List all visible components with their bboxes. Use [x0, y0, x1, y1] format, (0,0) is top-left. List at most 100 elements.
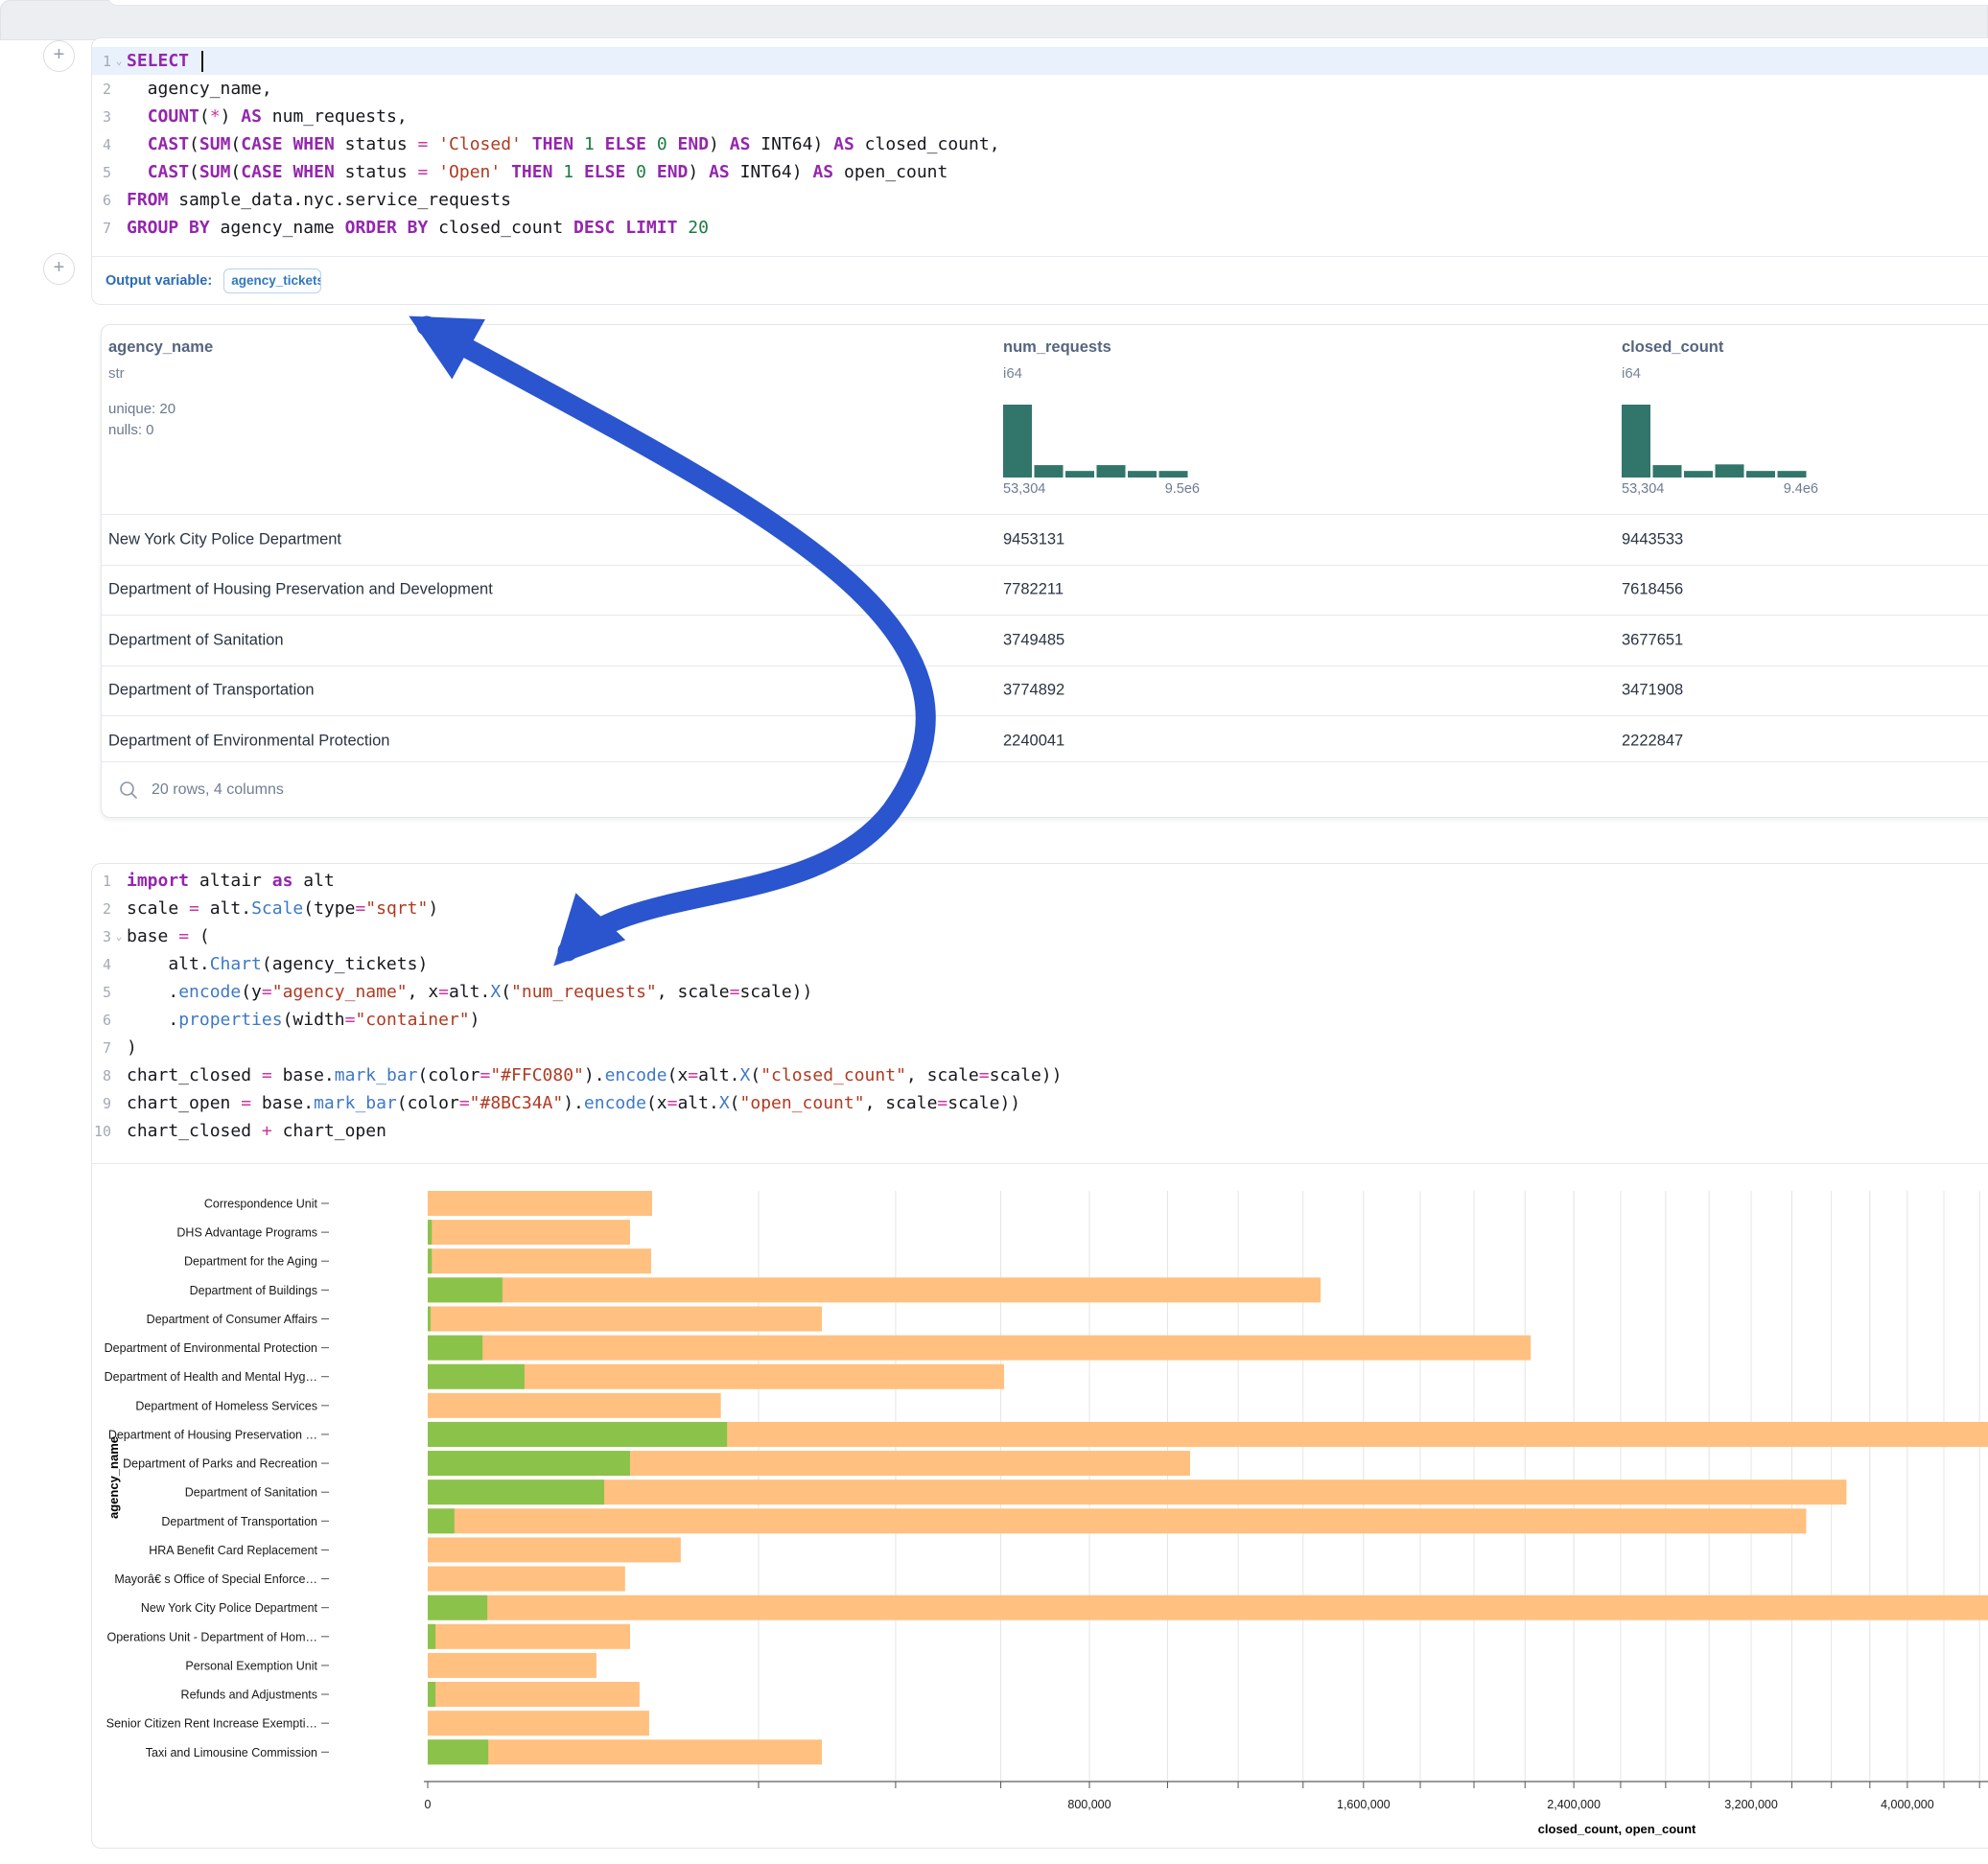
code-line[interactable]: 2scale = alt.Scale(type="sqrt") [92, 895, 1988, 922]
line-number: 3 [92, 108, 111, 126]
code-text: chart_open = base.mark_bar(color="#8BC34… [127, 1093, 1020, 1113]
closed-count-bar [428, 1248, 651, 1273]
table-cell: 9453131 [1003, 530, 1064, 548]
y-axis-label: Department for the Aging [184, 1255, 317, 1269]
y-axis-label: Department of Transportation [161, 1515, 317, 1528]
code-line[interactable]: 5 CAST(SUM(CASE WHEN status = 'Open' THE… [92, 158, 1988, 186]
code-line[interactable]: 9chart_open = base.mark_bar(color="#8BC3… [92, 1089, 1988, 1117]
histogram-bar [1716, 464, 1744, 478]
closed-count-bar [428, 1653, 596, 1678]
add-cell-button-2[interactable]: + [43, 253, 75, 285]
code-line[interactable]: 7) [92, 1034, 1988, 1061]
x-tick-label: 2,400,000 [1547, 1798, 1601, 1811]
sql-cell: 1⌄SELECT 2 agency_name,3 COUNT(*) AS num… [91, 37, 1988, 305]
x-tick-label: 4,000,000 [1881, 1798, 1934, 1811]
y-axis-label: Personal Exemption Unit [185, 1659, 317, 1672]
x-tick-label: 1,600,000 [1337, 1798, 1391, 1811]
code-line[interactable]: 4 CAST(SUM(CASE WHEN status = 'Closed' T… [92, 130, 1988, 158]
line-number: 4 [92, 956, 111, 973]
y-axis-label: Department of Environmental Protection [105, 1341, 317, 1355]
y-axis-label: Department of Health and Mental Hyg… [105, 1370, 317, 1384]
histogram-bar [1778, 471, 1807, 478]
histogram-bar [1684, 471, 1713, 478]
code-line[interactable]: 5 .encode(y="agency_name", x=alt.X("num_… [92, 978, 1988, 1006]
histogram-bar [1035, 465, 1064, 478]
code-line[interactable]: 8 chart_closed = base.mark_bar(color="#FF… [92, 1061, 1988, 1089]
code-line[interactable]: 4 alt.Chart(agency_tickets) [92, 950, 1988, 978]
x-tick-label: 3,200,000 [1724, 1798, 1778, 1811]
y-axis-label: Department of Buildings [190, 1284, 317, 1297]
table-row[interactable]: Department of Housing Preservation and D… [102, 565, 1988, 616]
closed-count-bar [428, 1336, 1531, 1361]
line-number: 6 [92, 1012, 111, 1029]
line-number: 8 [92, 1067, 111, 1084]
line-number: 5 [92, 164, 111, 181]
table-cell: 2222847 [1622, 732, 1683, 750]
table-row[interactable]: Department of Environmental Protection 22… [102, 715, 1988, 766]
code-line[interactable]: 3⌄base = ( [92, 922, 1988, 950]
table-row[interactable]: Department of Transportation377489234719… [102, 665, 1988, 716]
line-number: 10 [92, 1123, 111, 1140]
y-axis-label: Mayorâ€ s Office of Special Enforce… [114, 1573, 317, 1586]
x-axis-title: closed_count, open_count [1538, 1822, 1696, 1836]
table-row[interactable]: Department of Sanitation37494853677651 [102, 615, 1988, 665]
code-text: agency_name, [127, 79, 272, 99]
table-cell: 3774892 [1003, 682, 1064, 700]
closed-count-bar [428, 1191, 652, 1216]
table-cell: Department of Sanitation [108, 631, 284, 649]
line-number: 5 [92, 984, 111, 1001]
y-axis-title: agency_name [106, 1436, 121, 1519]
y-axis-label: Operations Unit - Department of Hom… [106, 1630, 317, 1643]
open-count-bar [428, 1508, 455, 1533]
hist-max: 9.4e6 [1784, 481, 1818, 497]
open-count-bar [428, 1336, 482, 1361]
code-text: CAST(SUM(CASE WHEN status = 'Open' THEN … [127, 162, 947, 182]
fold-chevron-icon[interactable]: ⌄ [111, 930, 127, 943]
closed-count-bar [428, 1711, 649, 1736]
histogram-bar [1159, 471, 1188, 478]
table-cell: 7618456 [1622, 581, 1683, 599]
result-table: agency_name str unique: 20 nulls: 0 num_… [101, 324, 1988, 818]
code-text: SELECT [127, 51, 203, 72]
fold-chevron-icon[interactable]: ⌄ [111, 55, 127, 67]
sql-code-editor[interactable]: 1⌄SELECT 2 agency_name,3 COUNT(*) AS num… [92, 38, 1988, 242]
code-text: scale = alt.Scale(type="sqrt") [127, 898, 438, 919]
y-axis-label: HRA Benefit Card Replacement [149, 1544, 317, 1557]
closed-count-bar [428, 1596, 1988, 1620]
y-axis-label: Department of Homeless Services [135, 1399, 317, 1412]
open-count-bar [428, 1364, 525, 1389]
column-name: agency_name [108, 338, 213, 357]
histogram-bar [1746, 471, 1775, 478]
line-number: 7 [92, 220, 111, 237]
code-line[interactable]: 7GROUP BY agency_name ORDER BY closed_co… [92, 214, 1988, 242]
code-text: chart_closed = base.mark_bar(color="#FFC… [127, 1065, 1062, 1085]
code-line[interactable]: 3 COUNT(*) AS num_requests, [92, 103, 1988, 130]
code-line[interactable]: 6 .properties(width="container") [92, 1006, 1988, 1034]
table-row[interactable]: New York City Police Department945313194… [102, 514, 1988, 565]
column-name: closed_count [1622, 338, 1723, 357]
closed-count-bar [428, 1624, 630, 1649]
python-code-editor[interactable]: 1import altair as alt2scale = alt.Scale(… [92, 864, 1988, 1145]
add-cell-button[interactable]: + [43, 40, 75, 72]
collapsed-next-cell[interactable] [0, 0, 1988, 40]
search-icon[interactable] [118, 780, 139, 801]
line-number: 1 [92, 873, 111, 890]
code-line[interactable]: 6FROM sample_data.nyc.service_requests [92, 186, 1988, 214]
y-axis-label: Department of Consumer Affairs [147, 1313, 317, 1326]
histogram-bar [1128, 471, 1157, 478]
code-line[interactable]: 1⌄SELECT [92, 47, 1988, 75]
hist-min: 53,304 [1003, 481, 1045, 497]
closed-count-bar [428, 1537, 681, 1562]
code-line[interactable]: 1import altair as alt [92, 867, 1988, 895]
code-text: ) [127, 1037, 137, 1058]
code-line[interactable]: 2 agency_name, [92, 75, 1988, 103]
column-name: num_requests [1003, 338, 1111, 357]
table-footer: 20 rows, 4 columns [102, 761, 1988, 817]
code-line[interactable]: 10chart_closed + chart_open [92, 1117, 1988, 1145]
table-cell: Department of Housing Preservation and D… [108, 581, 493, 599]
output-variable-row: Output variable: agency_tickets [92, 256, 1988, 304]
table-cell: Department of Environmental Protection [108, 732, 389, 750]
y-axis-label: Department of Housing Preservation … [108, 1428, 317, 1441]
output-variable-pill[interactable]: agency_tickets [223, 268, 321, 293]
column-histogram [1622, 395, 1818, 479]
